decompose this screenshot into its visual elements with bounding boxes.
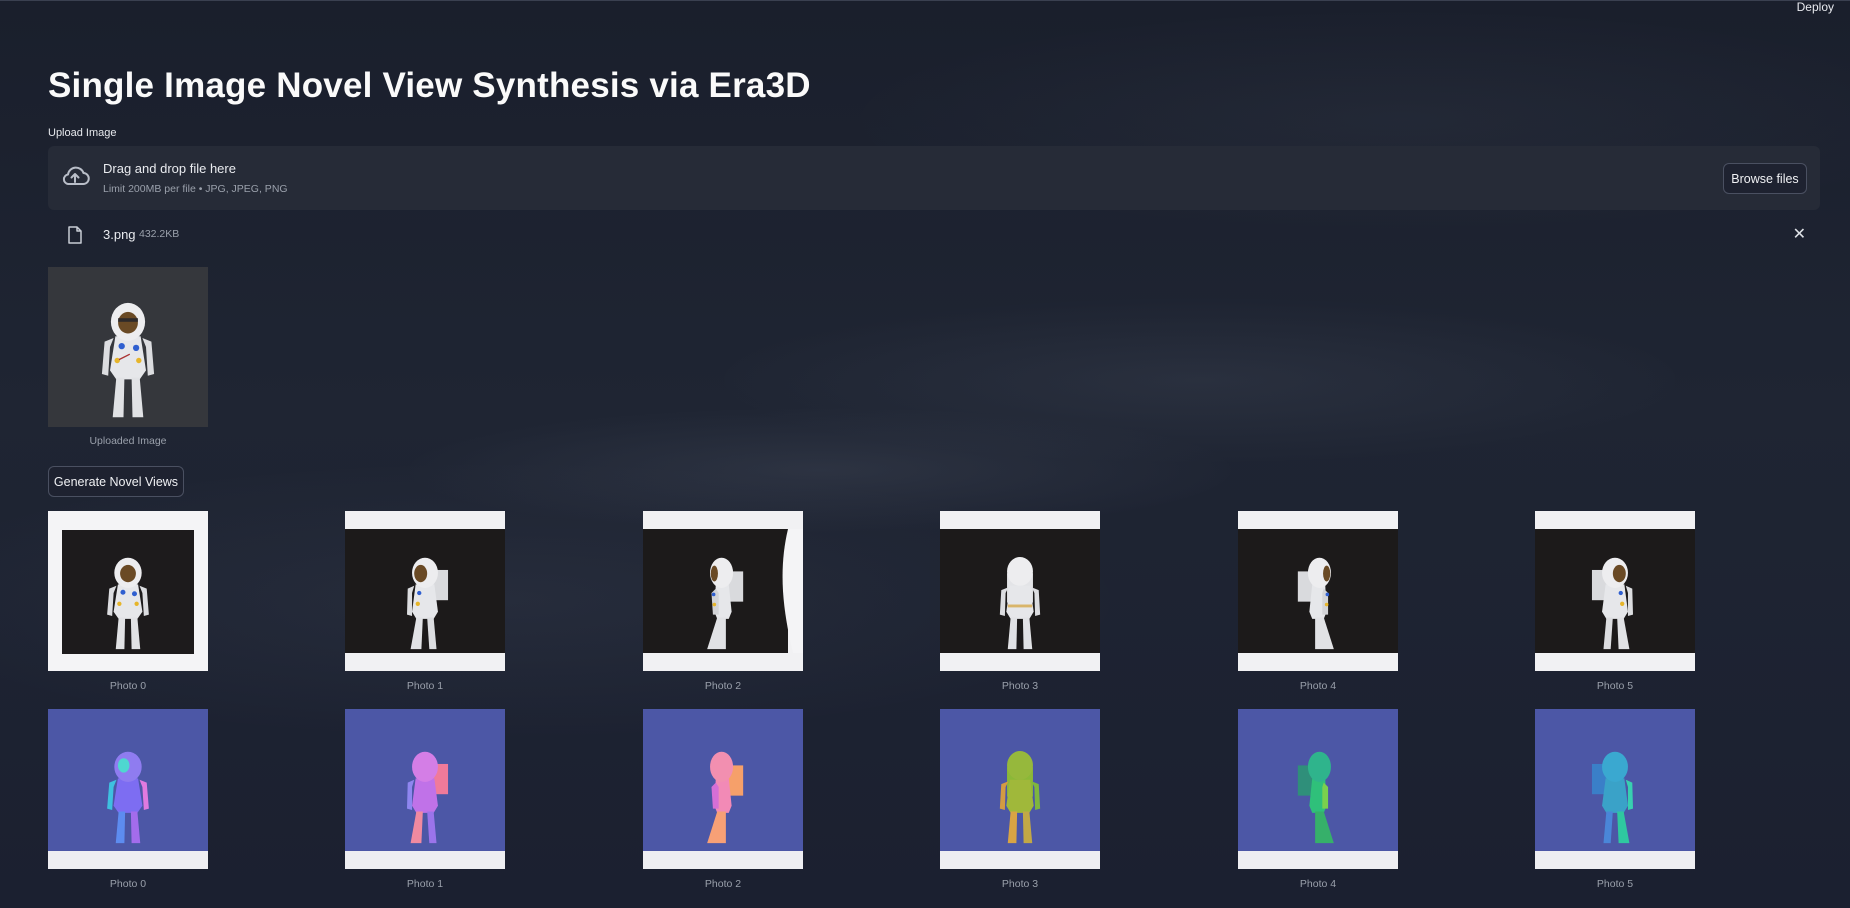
- color-view-caption: Photo 1: [406, 680, 444, 692]
- normal-map-caption: Photo 4: [1299, 878, 1337, 890]
- normal-map-caption: Photo 3: [1001, 878, 1039, 890]
- uploaded-image-caption: Uploaded Image: [89, 435, 167, 447]
- normal-map-image: [345, 709, 505, 869]
- color-view-caption: Photo 4: [1299, 680, 1337, 692]
- deploy-button[interactable]: Deploy: [1797, 0, 1834, 14]
- normal-map-caption: Photo 5: [1596, 878, 1634, 890]
- normal-map-image: [643, 709, 803, 869]
- normal-map-image: [48, 709, 208, 869]
- color-view-image: [345, 511, 505, 671]
- generate-novel-views-button[interactable]: Generate Novel Views: [48, 466, 184, 497]
- page-title: Single Image Novel View Synthesis via Er…: [48, 66, 811, 105]
- color-view-image: [1535, 511, 1695, 671]
- normal-map-caption: Photo 2: [704, 878, 742, 890]
- color-view-image: [1238, 511, 1398, 671]
- normal-map-image: [1238, 709, 1398, 869]
- color-view-image: [940, 511, 1100, 671]
- file-name: 3.png: [103, 227, 136, 242]
- color-view-caption: Photo 3: [1001, 680, 1039, 692]
- normal-map-image: [1535, 709, 1695, 869]
- color-view-caption: Photo 5: [1596, 680, 1634, 692]
- file-dropzone[interactable]: Drag and drop file here Limit 200MB per …: [48, 146, 1820, 210]
- uploaded-file-row: 3.png 432.2KB ✕: [48, 222, 1820, 246]
- color-view-caption: Photo 0: [109, 680, 147, 692]
- normal-map-caption: Photo 0: [109, 878, 147, 890]
- file-size: 432.2KB: [139, 228, 180, 240]
- normal-map-image: [940, 709, 1100, 869]
- dropzone-limit: Limit 200MB per file • JPG, JPEG, PNG: [103, 183, 288, 195]
- dropzone-instructions: Drag and drop file here: [103, 161, 236, 176]
- close-icon[interactable]: ✕: [1793, 224, 1806, 244]
- normal-map-caption: Photo 1: [406, 878, 444, 890]
- color-view-image: [48, 511, 208, 671]
- color-view-image: [643, 511, 803, 671]
- cloud-upload-icon: [62, 166, 90, 185]
- uploaded-image: [48, 267, 208, 427]
- upload-label: Upload Image: [48, 127, 117, 139]
- window-top-border: [0, 0, 1850, 1]
- browse-files-button[interactable]: Browse files: [1723, 163, 1807, 194]
- color-view-caption: Photo 2: [704, 680, 742, 692]
- file-icon: [68, 226, 82, 244]
